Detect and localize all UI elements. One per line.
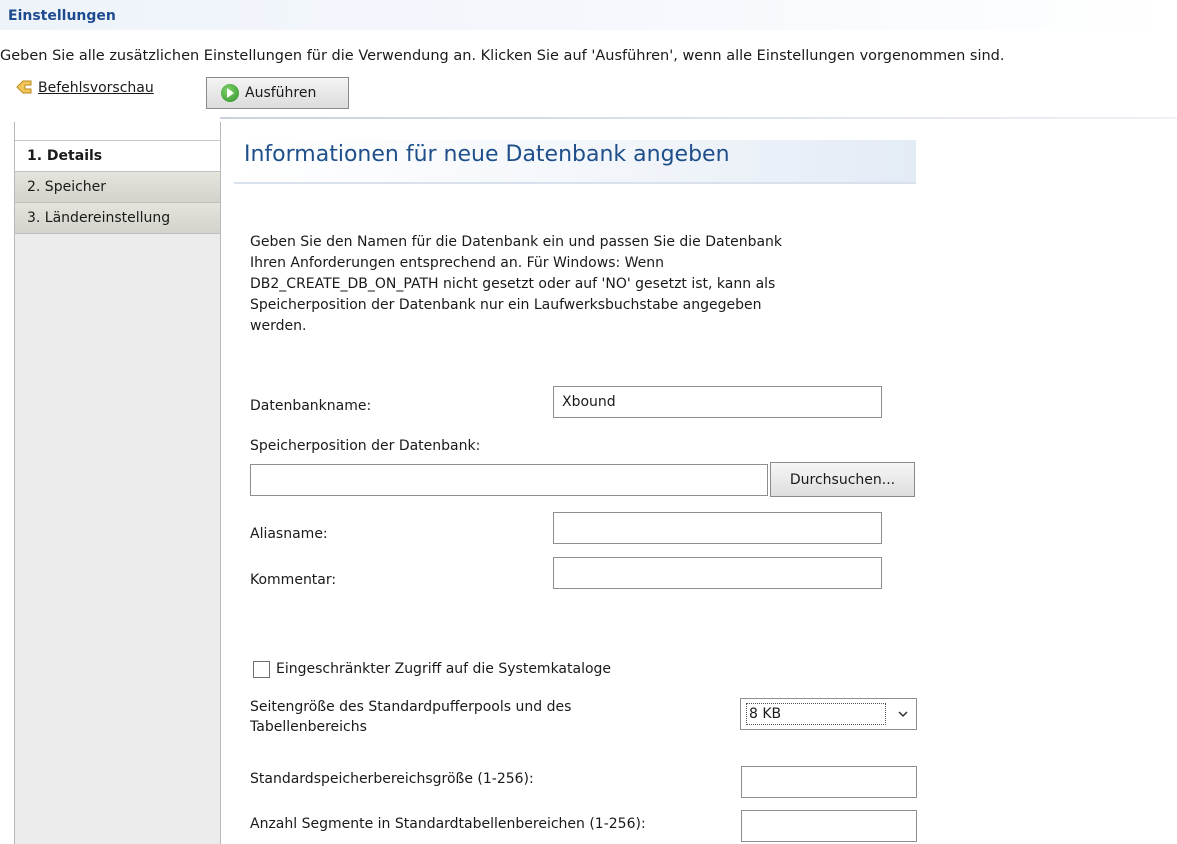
db-name-field[interactable] — [553, 386, 882, 418]
restricted-access-checkbox[interactable] — [253, 661, 270, 678]
pagesize-label: Seitengröße des Standardpufferpools und … — [250, 699, 572, 715]
pagesize-label-cont: Tabellenbereichs — [250, 719, 367, 735]
sidebar-item-storage[interactable]: 2. Speicher — [15, 172, 220, 203]
step-sidebar: 1. Details 2. Speicher 3. Ländereinstell… — [14, 122, 221, 844]
extent-size-label: Standardspeicherbereichsgröße (1-256): — [250, 771, 534, 787]
intro-text: Geben Sie den Namen für die Datenbank ei… — [250, 232, 910, 337]
run-button-label: Ausführen — [245, 85, 317, 101]
db-location-label: Speicherposition der Datenbank: — [250, 438, 481, 454]
intro-line: Speicherposition der Datenbank nur ein L… — [250, 297, 762, 313]
pagesize-value: 8 KB — [746, 703, 886, 725]
toolbar-separator — [220, 117, 1177, 119]
intro-line: werden. — [250, 318, 307, 334]
restricted-access-label: Eingeschränkter Zugriff auf die Systemka… — [276, 661, 612, 677]
settings-title: Einstellungen — [8, 8, 116, 24]
sidebar-item-details[interactable]: 1. Details — [15, 141, 220, 172]
page-title: Informationen für neue Datenbank angeben — [244, 142, 730, 167]
sidebar-item-label: 3. Ländereinstellung — [27, 210, 171, 226]
settings-description: Geben Sie alle zusätzlichen Einstellunge… — [0, 48, 1005, 64]
segments-field[interactable] — [741, 810, 917, 842]
chevron-down-icon — [898, 711, 908, 718]
sidebar-item-locale[interactable]: 3. Ländereinstellung — [15, 203, 220, 234]
alias-label: Aliasname: — [250, 526, 328, 542]
segments-label: Anzahl Segmente in Standardtabellenberei… — [250, 816, 646, 832]
pagesize-select[interactable]: 8 KB — [740, 698, 917, 730]
sidebar-item-label: 1. Details — [27, 148, 103, 164]
sidebar-item-label: 2. Speicher — [27, 179, 107, 195]
intro-line: Geben Sie den Namen für die Datenbank ei… — [250, 234, 783, 250]
alias-field[interactable] — [553, 512, 882, 544]
command-preview-link[interactable]: Befehlsvorschau — [38, 80, 154, 96]
extent-size-field[interactable] — [741, 766, 917, 798]
intro-line: Ihren Anforderungen entsprechend an. Für… — [250, 255, 665, 271]
db-location-field[interactable] — [250, 464, 768, 496]
settings-header: Einstellungen — [0, 0, 1177, 30]
comment-label: Kommentar: — [250, 572, 337, 588]
db-name-label: Datenbankname: — [250, 398, 372, 414]
run-button[interactable]: Ausführen — [206, 77, 349, 109]
comment-field[interactable] — [553, 557, 882, 589]
run-icon — [221, 84, 239, 102]
panel-title-bar: Informationen für neue Datenbank angeben — [234, 140, 916, 184]
command-preview-icon[interactable] — [14, 78, 34, 96]
browse-button[interactable]: Durchsuchen... — [770, 462, 915, 497]
intro-line: DB2_CREATE_DB_ON_PATH nicht gesetzt oder… — [250, 276, 776, 292]
